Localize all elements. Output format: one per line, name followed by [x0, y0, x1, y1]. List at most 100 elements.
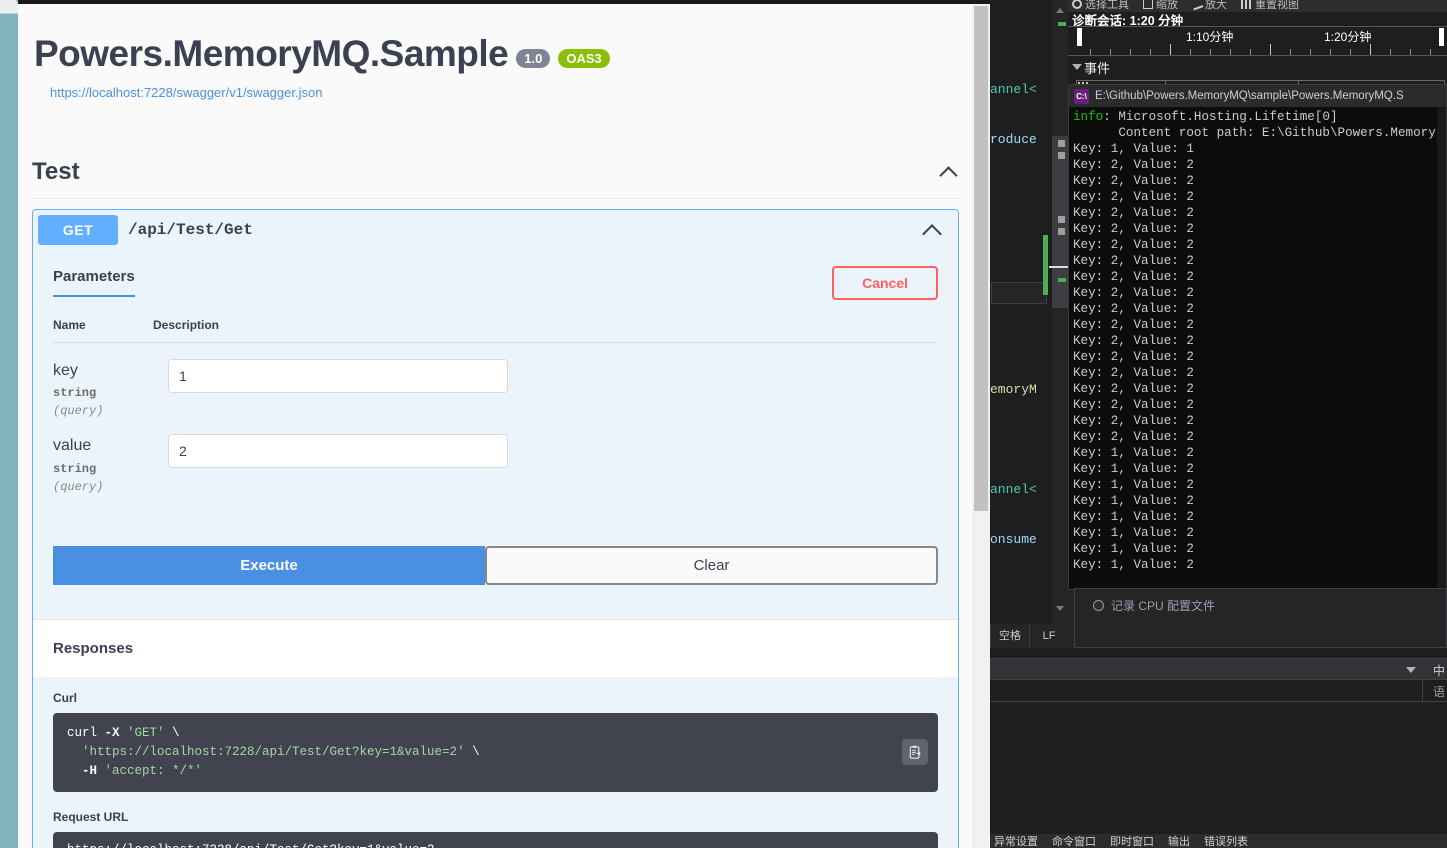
- param-name: value: [53, 437, 92, 455]
- bars-icon: [1241, 0, 1252, 9]
- log-line: Key: 1, Value: 2: [1073, 526, 1194, 540]
- curl-label: Curl: [53, 691, 77, 706]
- cpu-profile-label: 记录 CPU 配置文件: [1111, 599, 1216, 613]
- toolbar-label: 重置视图: [1255, 0, 1299, 11]
- log-line: Key: 1, Value: 2: [1073, 510, 1194, 524]
- log-line: Key: 2, Value: 2: [1073, 430, 1194, 444]
- execute-button[interactable]: Execute: [53, 546, 485, 586]
- editor-annotation-marker: [1058, 228, 1065, 235]
- window-corner: [0, 0, 18, 14]
- curl-cmd: curl: [67, 726, 98, 741]
- log-line: Key: 2, Value: 2: [1073, 334, 1194, 348]
- code-editor-sliver[interactable]: annel< roduce emoryM annel< onsume: [990, 0, 1052, 636]
- browser-scrollbar-thumb[interactable]: [974, 6, 988, 511]
- log-line: Key: 1, Value: 2: [1073, 542, 1194, 556]
- console-scrollbar[interactable]: [1437, 107, 1446, 591]
- clipboard-copy-icon[interactable]: [902, 739, 928, 766]
- tag-header[interactable]: Test: [32, 158, 959, 199]
- chevron-up-icon[interactable]: [939, 162, 959, 182]
- tab-error-list[interactable]: 错误列表: [1204, 834, 1248, 848]
- parameters-header: Parameters Cancel: [33, 250, 958, 300]
- csharp-console-icon: C:\: [1074, 88, 1089, 104]
- responses-section: Responses: [33, 619, 958, 678]
- log-line: Key: 2, Value: 2: [1073, 350, 1194, 364]
- parameters-label: Parameters: [53, 268, 135, 298]
- log-line: Key: 2, Value: 2: [1073, 190, 1194, 204]
- language-indicator: 语: [1432, 685, 1445, 699]
- curl-code-block: curl -X 'GET' \ 'https://localhost:7228/…: [53, 713, 938, 792]
- timeline-marker: [1077, 28, 1082, 46]
- toolbar-zoom-in[interactable]: 放大: [1190, 0, 1227, 12]
- code-line: roduce: [990, 132, 1037, 147]
- request-url-label: Request URL: [53, 809, 129, 824]
- log-line: Key: 2, Value: 2: [1073, 366, 1194, 380]
- log-line: Key: 1, Value: 2: [1073, 558, 1194, 572]
- cpu-profile-option[interactable]: 记录 CPU 配置文件: [1075, 589, 1446, 614]
- param-meta: key string (query): [53, 359, 168, 419]
- table-row: value string (query): [53, 418, 938, 494]
- param-name: key: [53, 361, 78, 379]
- table-row: key string (query): [53, 343, 938, 419]
- timeline-tick-label: 1:10分钟: [1186, 30, 1234, 44]
- clear-button[interactable]: Clear: [485, 546, 938, 586]
- curl-flag-x: -X: [97, 726, 128, 741]
- log-line: Key: 2, Value: 2: [1073, 222, 1194, 236]
- find-bar[interactable]: 中: [990, 658, 1447, 680]
- editor-status-bar: 空格 LF: [990, 624, 1068, 648]
- column-header-name: Name: [53, 317, 86, 332]
- toolbar-reset-view[interactable]: 重置视图: [1241, 0, 1299, 12]
- eol-mode-label[interactable]: LF: [1029, 624, 1068, 648]
- editor-scrollbar-track[interactable]: [1052, 0, 1068, 636]
- cancel-button[interactable]: Cancel: [832, 265, 938, 300]
- operation-body: Parameters Cancel Name Description key s…: [33, 249, 958, 848]
- column-header-description: Description: [153, 317, 220, 332]
- param-input-cell: [168, 358, 938, 419]
- console-path-label: E:\Github\Powers.MemoryMQ\sample\Powers.…: [1095, 90, 1404, 102]
- console-output[interactable]: info: Microsoft.Hosting.Lifetime[0] Cont…: [1069, 107, 1446, 587]
- scroll-down-arrow-icon[interactable]: [1053, 602, 1067, 614]
- oas-badge: OAS3: [558, 48, 610, 68]
- timeline-ruler[interactable]: 1:10分钟 1:20分钟: [1068, 26, 1447, 56]
- indent-mode-label[interactable]: 空格: [990, 624, 1029, 648]
- tab-command-window[interactable]: 命令窗口: [1052, 834, 1096, 848]
- editor-annotation-marker: [1058, 152, 1065, 159]
- log-line: Key: 2, Value: 2: [1073, 158, 1194, 172]
- param-input-key[interactable]: [168, 358, 508, 393]
- tag-section: Test GET /api/Test/Get Parameters Cancel: [19, 158, 972, 848]
- browser-window: Powers.MemoryMQ.Sample 1.0 OAS3 https://…: [0, 0, 990, 848]
- timeline-marker: [1439, 28, 1444, 46]
- http-method-badge: GET: [38, 214, 118, 245]
- zoom-out-icon: [1143, 0, 1153, 9]
- log-line: Key: 2, Value: 2: [1073, 382, 1194, 396]
- swagger-info-header: Powers.MemoryMQ.Sample 1.0 OAS3 https://…: [19, 4, 972, 100]
- log-line: Key: 2, Value: 2: [1073, 398, 1194, 412]
- log-line: Key: 2, Value: 2: [1073, 238, 1194, 252]
- tab-output[interactable]: 输出: [1168, 834, 1190, 848]
- gear-icon: [1072, 0, 1082, 9]
- chevron-down-icon[interactable]: [1406, 667, 1416, 673]
- scroll-up-arrow-icon[interactable]: [1053, 4, 1067, 16]
- triangle-collapse-icon[interactable]: [1072, 64, 1082, 70]
- console-window: C:\ E:\Github\Powers.MemoryMQ\sample\Pow…: [1068, 84, 1447, 591]
- log-line: Key: 1, Value: 2: [1073, 462, 1194, 476]
- log-line: Key: 1, Value: 1: [1073, 142, 1194, 156]
- tab-exception-settings[interactable]: 异常设置: [994, 834, 1038, 848]
- operation-chevron-up-icon[interactable]: [921, 219, 943, 241]
- ide-window: annel< roduce emoryM annel< onsume 空格 LF: [990, 0, 1447, 848]
- log-info-line: : Microsoft.Hosting.Lifetime[0]: [1103, 110, 1338, 124]
- console-title-bar[interactable]: C:\ E:\Github\Powers.MemoryMQ\sample\Pow…: [1069, 85, 1446, 107]
- log-line: Key: 2, Value: 2: [1073, 174, 1194, 188]
- diagnostic-tools-panel: 选择工具 缩放 放大 重置视图 诊断会话: 1:20 分钟 1:10分钟 1:2…: [1068, 0, 1447, 96]
- radio-button-icon[interactable]: [1093, 600, 1104, 611]
- param-input-value[interactable]: [168, 434, 508, 469]
- tab-immediate-window[interactable]: 即时窗口: [1110, 834, 1154, 848]
- param-type: string: [53, 462, 97, 477]
- swagger-ui: Powers.MemoryMQ.Sample 1.0 OAS3 https://…: [19, 4, 972, 848]
- spec-url-link[interactable]: https://localhost:7228/swagger/v1/swagge…: [50, 85, 972, 100]
- execute-button-row: Execute Clear: [33, 546, 958, 586]
- operation-summary[interactable]: GET /api/Test/Get: [33, 209, 958, 250]
- param-location: (query): [53, 480, 104, 495]
